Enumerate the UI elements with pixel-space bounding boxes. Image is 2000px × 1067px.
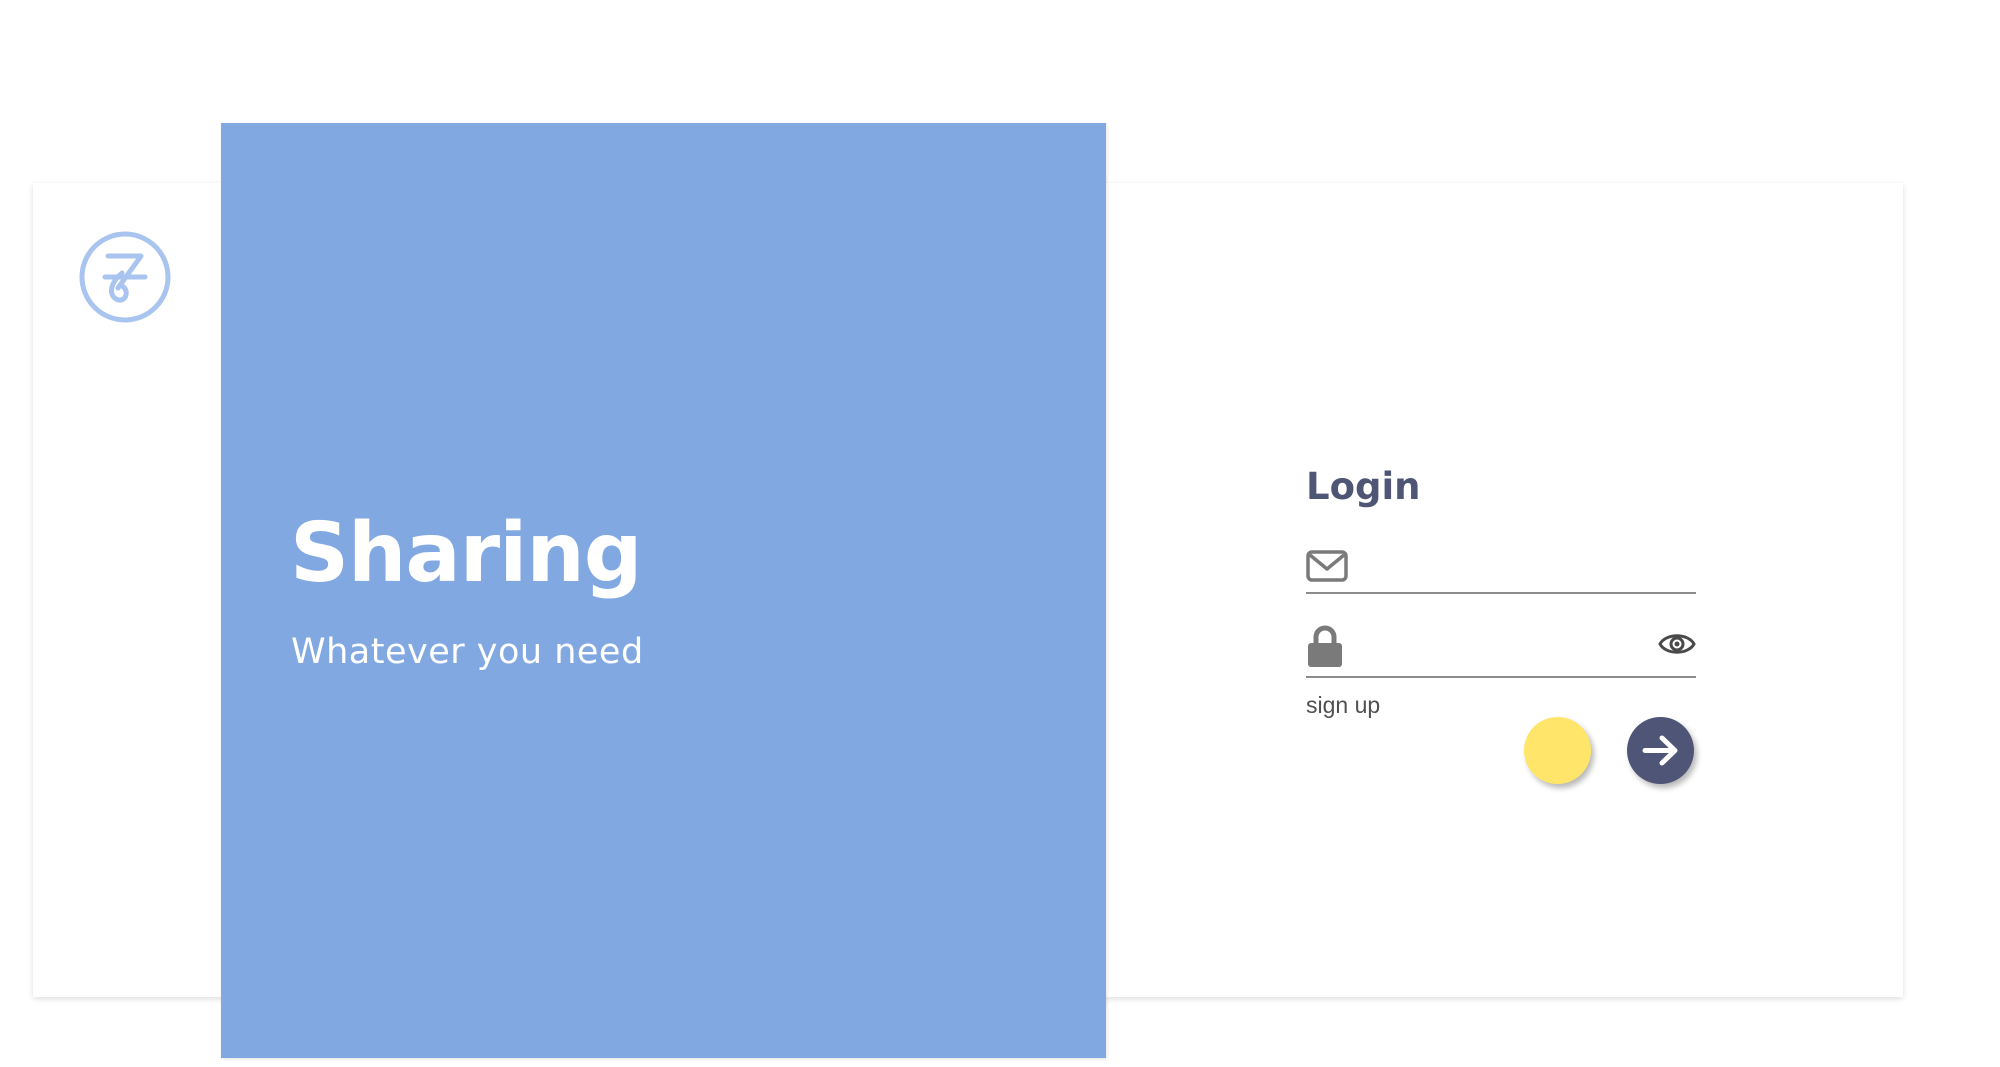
login-title: Login <box>1306 465 1421 508</box>
password-input[interactable] <box>1366 624 1640 666</box>
hero-title: Sharing <box>290 506 642 601</box>
submit-button[interactable] <box>1627 717 1694 784</box>
password-field <box>1306 620 1696 678</box>
yellow-circle-button[interactable] <box>1524 717 1591 784</box>
brand-logo-icon <box>78 230 172 324</box>
login-page: Sharing Whatever you need Login sign up <box>0 0 2000 1067</box>
eye-icon[interactable] <box>1658 629 1696 659</box>
arrow-right-icon <box>1642 735 1678 766</box>
lock-icon <box>1306 624 1344 668</box>
signup-link[interactable]: sign up <box>1306 692 1380 719</box>
email-input[interactable] <box>1366 548 1640 590</box>
email-field <box>1306 544 1696 594</box>
envelope-icon <box>1306 550 1348 582</box>
hero-subtitle: Whatever you need <box>291 632 644 672</box>
hero-panel: Sharing Whatever you need <box>221 123 1106 1058</box>
